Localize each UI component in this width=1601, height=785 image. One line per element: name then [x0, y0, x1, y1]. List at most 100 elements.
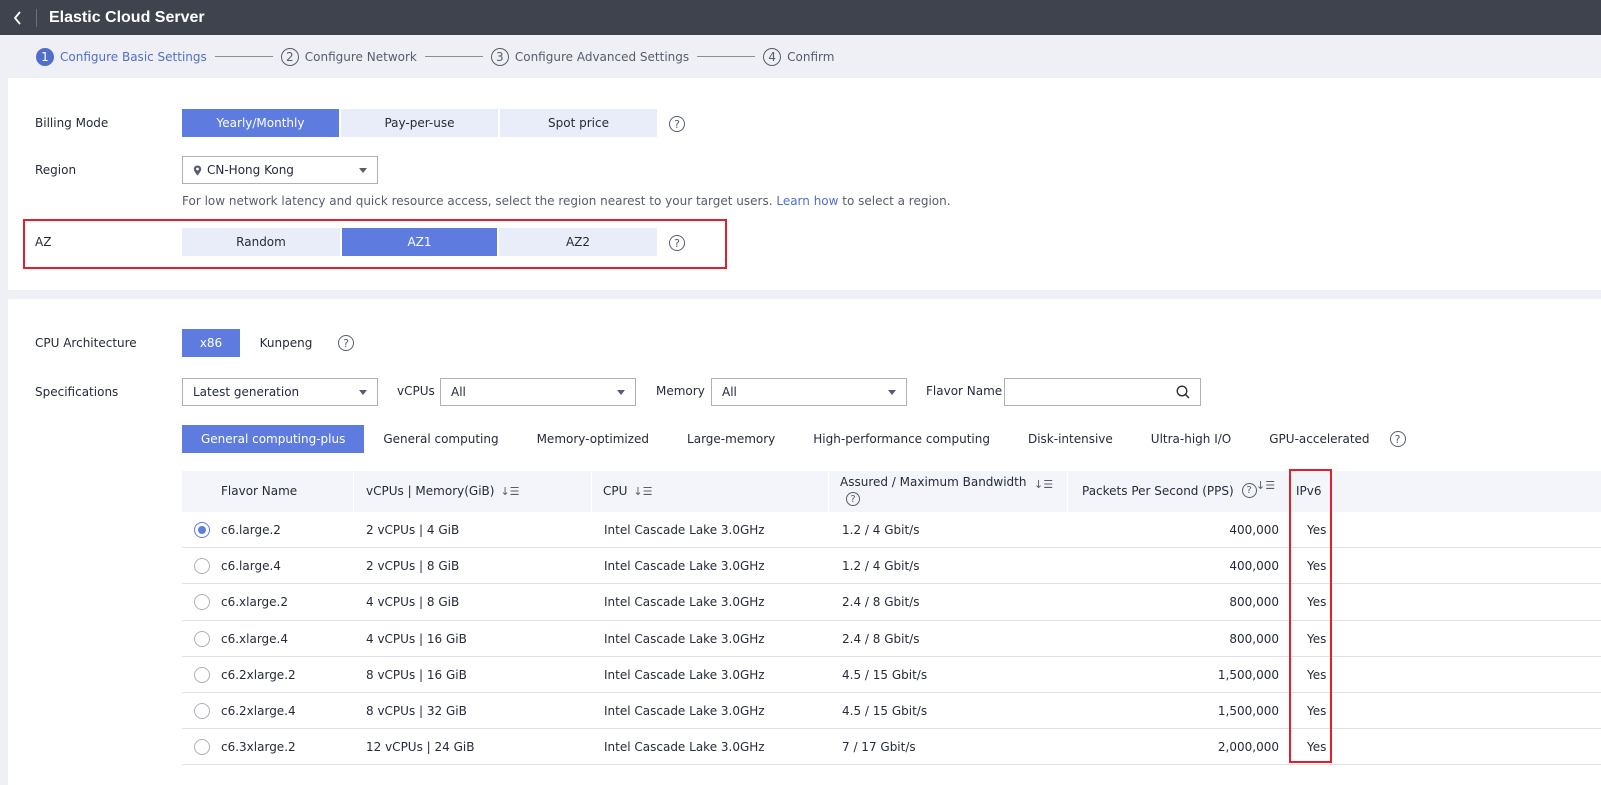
step-connector	[424, 56, 483, 57]
cpu-help-icon[interactable]: ?	[338, 335, 354, 351]
cell-flavor-name: c6.large.2	[221, 523, 281, 537]
row-radio[interactable]	[194, 666, 210, 683]
tab-large-memory[interactable]: Large-memory	[668, 425, 794, 453]
step-number: 1	[36, 47, 54, 66]
cell-cpu: Intel Cascade Lake 3.0GHz	[604, 740, 765, 755]
billing-help-icon[interactable]: ?	[669, 116, 685, 132]
pps-help-icon[interactable]: ?	[1241, 483, 1257, 498]
table-row[interactable]: c6.xlarge.4 4 vCPUs | 16 GiB Intel Cascade…	[182, 621, 1601, 657]
header-flavor-name-label: Flavor Name	[221, 484, 298, 498]
row-radio[interactable]	[194, 594, 210, 611]
table-row[interactable]: c6.large.2 2 vCPUs | 4 GiB Intel Cascade L…	[182, 512, 1601, 549]
flavor-table: Flavor Name vCPUs | Memory(GiB) ↓☰ CPU ↓☰ …	[182, 471, 1601, 766]
cell-vcpu-memory: 4 vCPUs | 8 GiB	[366, 595, 460, 610]
spec-tabs-help-icon[interactable]: ?	[1389, 431, 1406, 447]
step-configure-network[interactable]: 2 Configure Network	[280, 47, 417, 66]
cpu-option-x86[interactable]: x86	[182, 329, 240, 357]
region-hint: For low network latency and quick resour…	[182, 194, 951, 208]
sort-icon[interactable]: ↓☰	[1256, 479, 1275, 492]
table-row[interactable]: c6.2xlarge.4 8 vCPUs | 32 GiB Intel Cascad…	[182, 693, 1601, 730]
cell-bandwidth: 4.5 / 15 Gbit/s	[842, 667, 928, 682]
learn-how-link[interactable]: Learn how	[776, 194, 838, 208]
generation-value: Latest generation	[193, 385, 300, 399]
header-bandwidth-label: Assured / Maximum Bandwidth	[840, 475, 1027, 489]
cell-vcpu-memory: 8 vCPUs | 32 GiB	[366, 703, 467, 718]
back-button[interactable]	[0, 0, 36, 35]
cpu-option-kunpeng[interactable]: Kunpeng	[242, 329, 330, 357]
memory-select[interactable]: All	[711, 378, 907, 406]
table-row[interactable]: c6.xlarge.2 4 vCPUs | 8 GiB Intel Cascade …	[182, 584, 1601, 621]
tab-disk-intensive[interactable]: Disk-intensive	[1009, 425, 1132, 453]
basic-settings-panel: Billing Mode Yearly/Monthly Pay-per-use …	[8, 78, 1601, 290]
column-separator	[353, 471, 354, 512]
cell-flavor-name: c6.3xlarge.2	[221, 740, 296, 755]
cell-pps: 800,000	[1229, 595, 1279, 610]
region-select[interactable]: CN-Hong Kong	[182, 156, 378, 184]
billing-mode-selector: Yearly/Monthly Pay-per-use Spot price	[182, 109, 659, 137]
tab-general-computing-plus[interactable]: General computing-plus	[182, 425, 365, 453]
table-row[interactable]: c6.2xlarge.2 8 vCPUs | 16 GiB Intel Cascad…	[182, 657, 1601, 693]
row-radio[interactable]	[194, 558, 210, 575]
cell-cpu: Intel Cascade Lake 3.0GHz	[604, 559, 765, 574]
top-bar: Elastic Cloud Server	[0, 0, 1601, 35]
tab-memory-optimized[interactable]: Memory-optimized	[518, 425, 668, 453]
cell-cpu: Intel Cascade Lake 3.0GHz	[604, 595, 765, 610]
step-confirm[interactable]: 4 Confirm	[763, 47, 834, 66]
cell-cpu: Intel Cascade Lake 3.0GHz	[604, 631, 765, 646]
header-cpu: CPU ↓☰	[603, 484, 652, 498]
row-radio[interactable]	[194, 630, 210, 647]
header-bandwidth: Assured / Maximum Bandwidth ?	[840, 475, 1027, 506]
cell-bandwidth: 4.5 / 15 Gbit/s	[842, 703, 928, 718]
cell-flavor-name: c6.2xlarge.4	[221, 703, 296, 718]
billing-option-yearly-monthly[interactable]: Yearly/Monthly	[182, 109, 339, 137]
step-label: Configure Network	[304, 49, 417, 64]
tab-gpu-accelerated[interactable]: GPU-accelerated	[1250, 425, 1388, 453]
chevron-down-icon	[359, 390, 367, 395]
ipv6-highlight-box	[1289, 469, 1332, 763]
step-number: 3	[490, 47, 509, 66]
spec-type-tabs: General computing-plus General computing…	[182, 425, 1406, 453]
location-pin-icon	[193, 165, 202, 175]
generation-select[interactable]: Latest generation	[182, 378, 378, 406]
sort-icon[interactable]: ↓☰	[500, 485, 519, 498]
chevron-down-icon	[359, 168, 367, 173]
row-radio[interactable]	[194, 739, 210, 756]
step-number: 4	[763, 47, 782, 66]
step-configure-basic[interactable]: 1 Configure Basic Settings	[36, 47, 207, 66]
header-pps-label: Packets Per Second (PPS)	[1082, 483, 1234, 498]
search-icon[interactable]	[1176, 385, 1190, 399]
step-label: Configure Advanced Settings	[514, 49, 690, 64]
flavor-name-input[interactable]	[1004, 378, 1201, 406]
header-pps: Packets Per Second (PPS)?	[1082, 483, 1257, 498]
tab-high-performance-computing[interactable]: High-performance computing	[794, 425, 1009, 453]
tab-general-computing[interactable]: General computing	[364, 425, 517, 453]
chevron-down-icon	[888, 390, 896, 395]
row-radio[interactable]	[194, 522, 210, 538]
table-row[interactable]: c6.large.4 2 vCPUs | 8 GiB Intel Cascade L…	[182, 548, 1601, 585]
specifications-label: Specifications	[35, 385, 119, 399]
cell-pps: 400,000	[1229, 523, 1279, 537]
column-separator	[1067, 471, 1068, 512]
header-vcpu-memory-label: vCPUs | Memory(GiB)	[366, 484, 495, 498]
billing-option-spot-price[interactable]: Spot price	[500, 109, 657, 137]
wizard-steps: 1 Configure Basic Settings 2 Configure N…	[0, 35, 1601, 78]
sort-icon[interactable]: ↓☰	[1034, 478, 1053, 491]
bandwidth-help-icon[interactable]: ?	[846, 492, 860, 506]
cell-pps: 1,500,000	[1217, 703, 1279, 718]
tab-ultra-high-io[interactable]: Ultra-high I/O	[1132, 425, 1250, 453]
header-flavor-name: Flavor Name	[221, 484, 297, 498]
step-configure-advanced[interactable]: 3 Configure Advanced Settings	[490, 47, 690, 66]
cell-pps: 800,000	[1229, 631, 1279, 646]
table-row[interactable]: c6.3xlarge.2 12 vCPUs | 24 GiB Intel Casca…	[182, 729, 1601, 766]
step-number: 2	[280, 47, 299, 66]
spec-panel: CPU Architecture x86 Kunpeng ? Specifica…	[8, 299, 1601, 785]
sort-icon[interactable]: ↓☰	[633, 485, 652, 498]
cell-pps: 1,500,000	[1217, 667, 1279, 682]
region-label: Region	[35, 163, 77, 177]
vcpus-select[interactable]: All	[440, 378, 636, 406]
page-title: Elastic Cloud Server	[49, 8, 205, 26]
row-radio[interactable]	[194, 702, 210, 719]
billing-option-pay-per-use[interactable]: Pay-per-use	[341, 109, 498, 137]
cell-bandwidth: 2.4 / 8 Gbit/s	[842, 631, 920, 646]
cell-bandwidth: 1.2 / 4 Gbit/s	[842, 559, 920, 574]
